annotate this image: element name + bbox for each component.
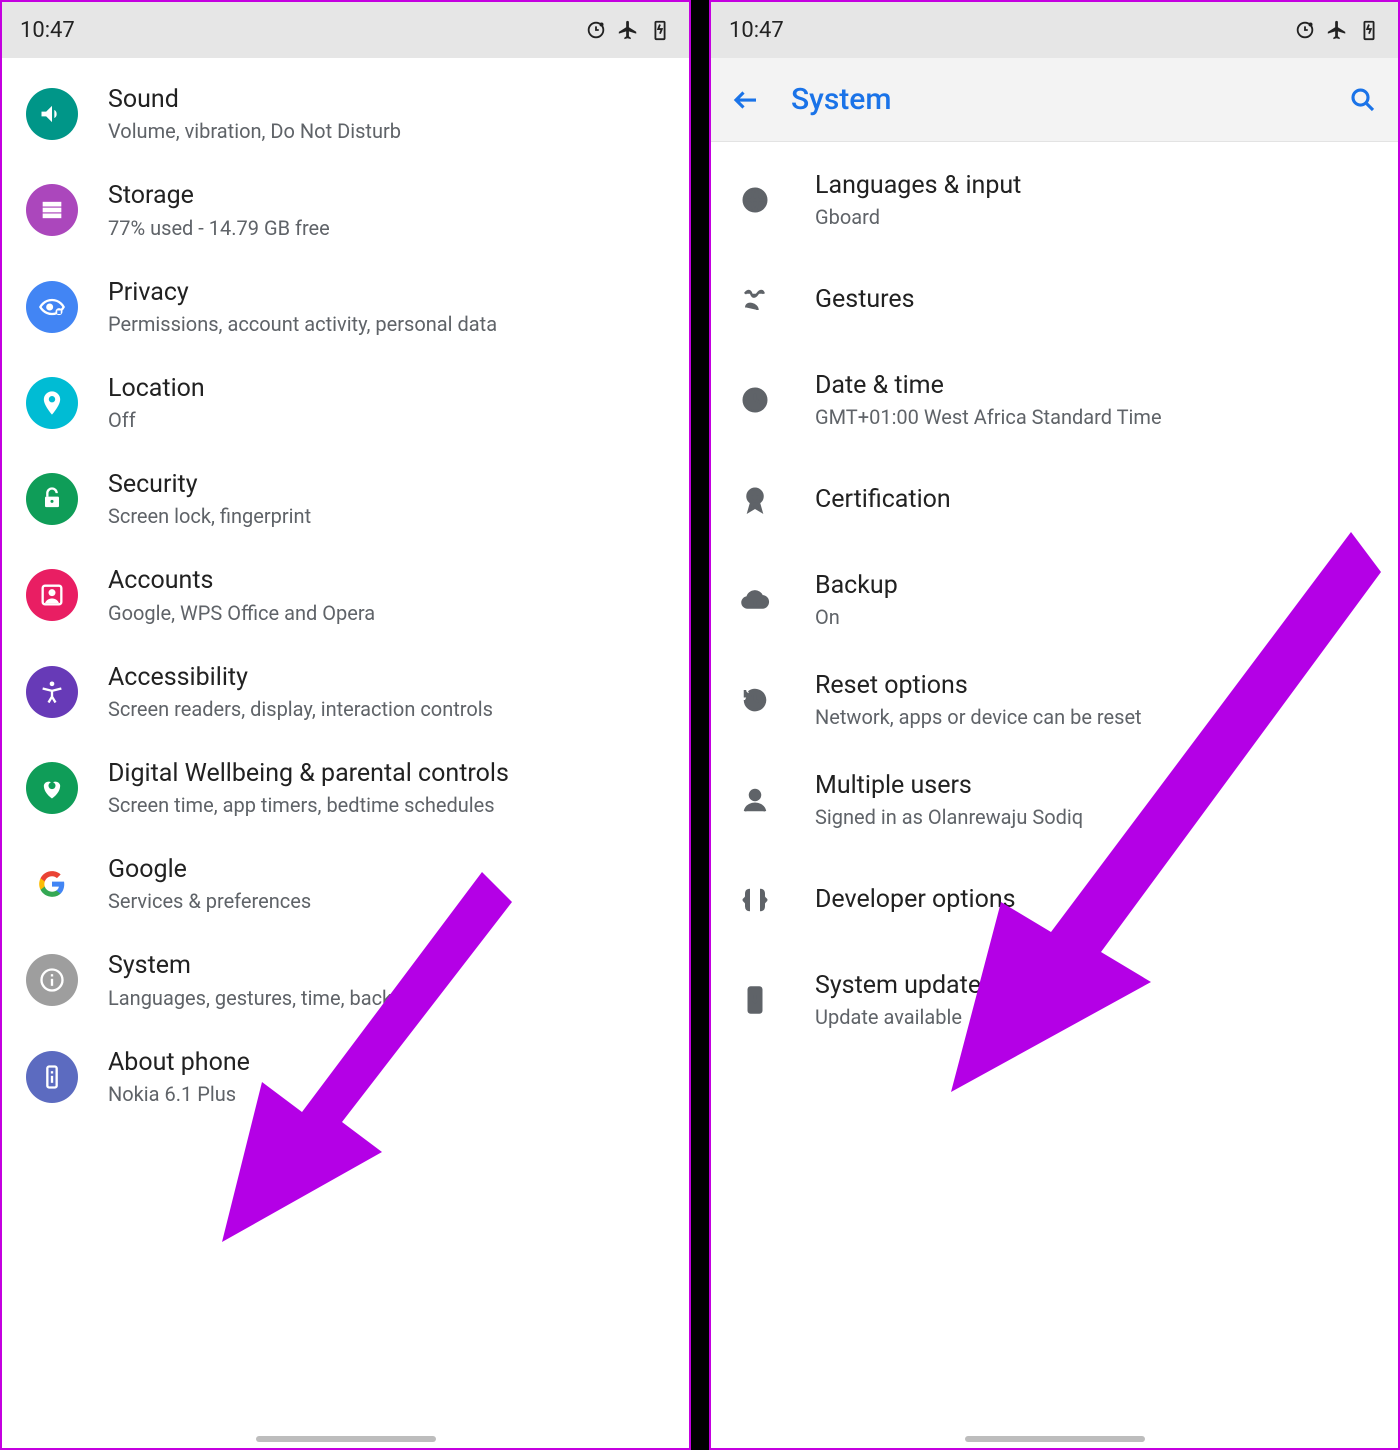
back-icon[interactable] bbox=[731, 85, 761, 115]
row-title: Sound bbox=[108, 84, 665, 115]
row-sub: Screen lock, fingerprint bbox=[108, 504, 665, 529]
row-title: Languages & input bbox=[815, 170, 1374, 201]
page-title: System bbox=[791, 82, 1318, 117]
status-time: 10:47 bbox=[729, 18, 784, 43]
system-item-datetime[interactable]: Date & time GMT+01:00 West Africa Standar… bbox=[711, 350, 1398, 450]
settings-main-screen: 10:47 Sound Volume, vibration, Do Not Dis… bbox=[0, 0, 691, 1450]
row-sub: GMT+01:00 West Africa Standard Time bbox=[815, 405, 1374, 430]
row-title: Multiple users bbox=[815, 770, 1374, 801]
row-sub: Gboard bbox=[815, 205, 1374, 230]
row-sub: Update available bbox=[815, 1005, 1374, 1030]
row-sub: Services & preferences bbox=[108, 889, 665, 914]
sound-icon bbox=[26, 88, 78, 140]
row-sub: Google, WPS Office and Opera bbox=[108, 601, 665, 626]
system-item-certification[interactable]: Certification bbox=[711, 450, 1398, 550]
row-sub: Volume, vibration, Do Not Disturb bbox=[108, 119, 665, 144]
row-sub: Signed in as Olanrewaju Sodiq bbox=[815, 805, 1374, 830]
about-icon bbox=[26, 1051, 78, 1103]
wellbeing-icon bbox=[26, 762, 78, 814]
row-sub: Screen readers, display, interaction con… bbox=[108, 697, 665, 722]
system-item-users[interactable]: Multiple users Signed in as Olanrewaju So… bbox=[711, 750, 1398, 850]
reset-icon bbox=[735, 680, 775, 720]
location-icon bbox=[26, 377, 78, 429]
row-title: Storage bbox=[108, 180, 665, 211]
row-title: Developer options bbox=[815, 884, 1374, 915]
accounts-icon bbox=[26, 569, 78, 621]
gesture-nav-pill[interactable] bbox=[965, 1436, 1145, 1442]
settings-item-google[interactable]: Google Services & preferences bbox=[2, 836, 689, 932]
row-sub: Off bbox=[108, 408, 665, 433]
status-icons bbox=[1294, 19, 1380, 41]
row-title: Location bbox=[108, 373, 665, 404]
system-update-icon bbox=[735, 980, 775, 1020]
row-title: Privacy bbox=[108, 277, 665, 308]
row-title: Reset options bbox=[815, 670, 1374, 701]
row-sub: Network, apps or device can be reset bbox=[815, 705, 1374, 730]
settings-item-privacy[interactable]: Privacy Permissions, account activity, pe… bbox=[2, 259, 689, 355]
airplane-icon bbox=[617, 19, 639, 41]
settings-item-about[interactable]: About phone Nokia 6.1 Plus bbox=[2, 1029, 689, 1125]
settings-item-sound[interactable]: Sound Volume, vibration, Do Not Disturb bbox=[2, 66, 689, 162]
row-sub: Screen time, app timers, bedtime schedul… bbox=[108, 793, 665, 818]
privacy-icon bbox=[26, 281, 78, 333]
row-title: System update bbox=[815, 970, 1374, 1001]
row-title: Certification bbox=[815, 484, 1374, 515]
system-item-reset[interactable]: Reset options Network, apps or device can… bbox=[711, 650, 1398, 750]
cloud-upload-icon bbox=[735, 580, 775, 620]
gesture-nav-pill[interactable] bbox=[256, 1436, 436, 1442]
airplane-icon bbox=[1326, 19, 1348, 41]
system-item-languages[interactable]: Languages & input Gboard bbox=[711, 150, 1398, 250]
battery-charging-icon bbox=[1358, 19, 1380, 41]
gesture-icon bbox=[735, 280, 775, 320]
row-title: Digital Wellbeing & parental controls bbox=[108, 758, 665, 789]
settings-list: Sound Volume, vibration, Do Not Disturb S… bbox=[2, 58, 689, 1448]
row-title: Google bbox=[108, 854, 665, 885]
row-title: Accounts bbox=[108, 565, 665, 596]
row-title: System bbox=[108, 950, 665, 981]
row-title: About phone bbox=[108, 1047, 665, 1078]
status-time: 10:47 bbox=[20, 18, 75, 43]
row-sub: Nokia 6.1 Plus bbox=[108, 1082, 665, 1107]
row-title: Accessibility bbox=[108, 662, 665, 693]
braces-icon bbox=[735, 880, 775, 920]
system-item-gestures[interactable]: Gestures bbox=[711, 250, 1398, 350]
row-sub: 77% used - 14.79 GB free bbox=[108, 216, 665, 241]
system-icon bbox=[26, 954, 78, 1006]
row-sub: On bbox=[815, 605, 1374, 630]
globe-icon bbox=[735, 180, 775, 220]
status-bar: 10:47 bbox=[711, 2, 1398, 58]
system-item-developer[interactable]: Developer options bbox=[711, 850, 1398, 950]
settings-item-storage[interactable]: Storage 77% used - 14.79 GB free bbox=[2, 162, 689, 258]
clock-icon bbox=[735, 380, 775, 420]
storage-icon bbox=[26, 184, 78, 236]
alarm-add-icon bbox=[585, 19, 607, 41]
row-title: Gestures bbox=[815, 284, 1374, 315]
accessibility-icon bbox=[26, 666, 78, 718]
battery-charging-icon bbox=[649, 19, 671, 41]
row-title: Date & time bbox=[815, 370, 1374, 401]
settings-item-location[interactable]: Location Off bbox=[2, 355, 689, 451]
person-icon bbox=[735, 780, 775, 820]
status-bar: 10:47 bbox=[2, 2, 689, 58]
search-icon[interactable] bbox=[1348, 85, 1378, 115]
security-icon bbox=[26, 473, 78, 525]
system-item-backup[interactable]: Backup On bbox=[711, 550, 1398, 650]
settings-item-security[interactable]: Security Screen lock, fingerprint bbox=[2, 451, 689, 547]
alarm-add-icon bbox=[1294, 19, 1316, 41]
settings-item-wellbeing[interactable]: Digital Wellbeing & parental controls Scr… bbox=[2, 740, 689, 836]
settings-item-accessibility[interactable]: Accessibility Screen readers, display, in… bbox=[2, 644, 689, 740]
row-title: Backup bbox=[815, 570, 1374, 601]
row-sub: Permissions, account activity, personal … bbox=[108, 312, 665, 337]
row-title: Security bbox=[108, 469, 665, 500]
system-item-update[interactable]: System update Update available bbox=[711, 950, 1398, 1050]
row-sub: Languages, gestures, time, backup bbox=[108, 986, 665, 1011]
settings-item-system[interactable]: System Languages, gestures, time, backup bbox=[2, 932, 689, 1028]
google-icon bbox=[26, 858, 78, 910]
settings-item-accounts[interactable]: Accounts Google, WPS Office and Opera bbox=[2, 547, 689, 643]
badge-icon bbox=[735, 480, 775, 520]
status-icons bbox=[585, 19, 671, 41]
app-bar: System bbox=[711, 58, 1398, 142]
system-settings-screen: 10:47 System Languages & input Gboard Ges… bbox=[709, 0, 1400, 1450]
system-list: Languages & input Gboard Gestures Date & … bbox=[711, 142, 1398, 1448]
